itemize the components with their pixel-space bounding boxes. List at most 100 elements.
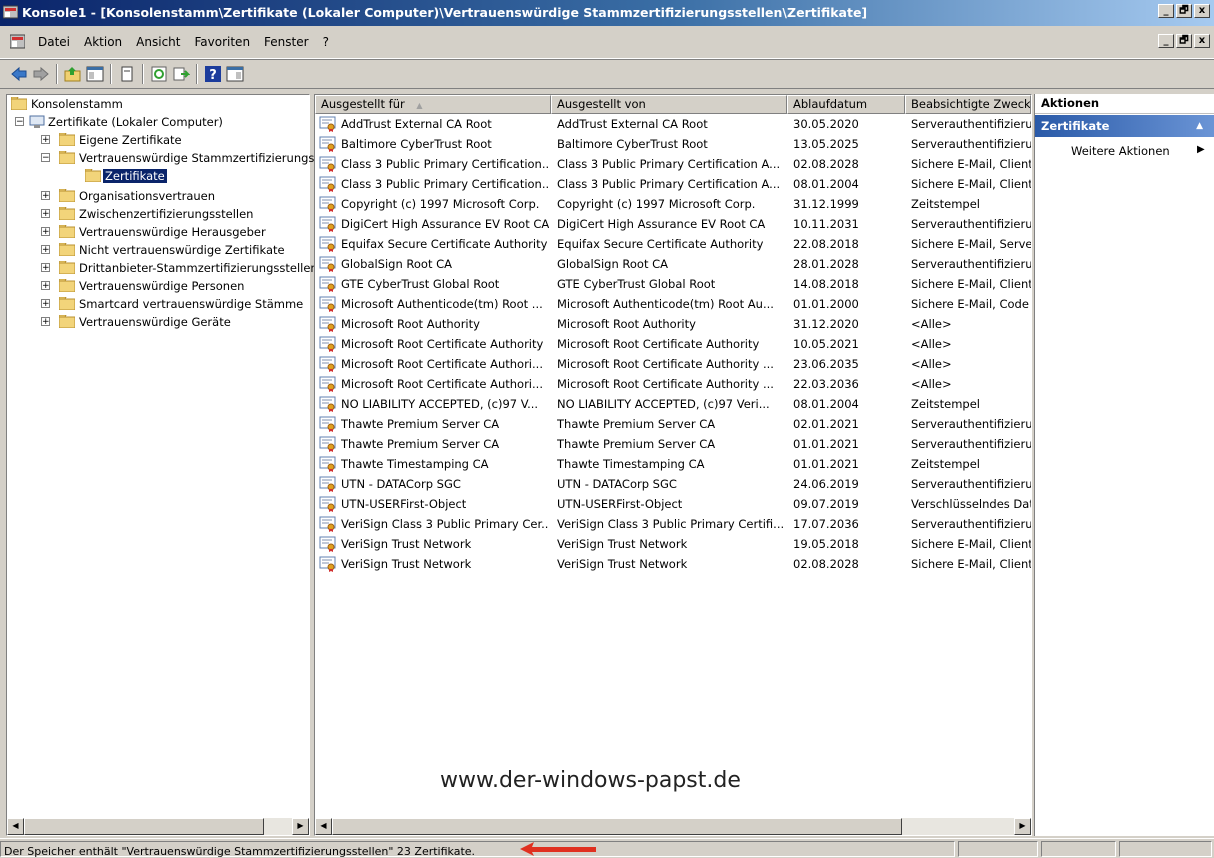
tree-item[interactable]: Vertrauenswürdige Geräte [79,313,231,331]
maximize-button[interactable]: 🗗 [1176,4,1192,18]
table-row[interactable]: Class 3 Public Primary Certification... C… [315,174,1031,194]
table-row[interactable]: GTE CyberTrust Global Root GTE CyberTrust… [315,274,1031,294]
tree-expander[interactable]: − [15,117,24,127]
scroll-left-button[interactable]: ◀ [315,818,332,835]
table-cell: Microsoft Root Certificate Authority ... [557,357,774,371]
menu-datei[interactable]: Datei [38,35,70,49]
actions-pane: Aktionen Zertifikate ▲ Weitere Aktionen … [1034,94,1214,836]
svg-text:?: ? [209,68,217,83]
tree-expander[interactable]: + [41,245,50,255]
tree-item[interactable]: Nicht vertrauenswürdige Zertifikate [79,241,285,259]
table-row[interactable]: Microsoft Root Certificate Authority Micr… [315,334,1031,354]
forward-arrow-icon[interactable] [32,65,50,83]
table-row[interactable]: Copyright (c) 1997 Microsoft Corp. Copyri… [315,194,1031,214]
table-cell: 10.05.2021 [793,337,859,351]
menu-help[interactable]: ? [323,35,329,49]
tree-expander[interactable]: + [41,191,50,201]
refresh-icon[interactable] [150,65,168,83]
scroll-right-button[interactable]: ▶ [1014,818,1031,835]
tree-item[interactable]: Smartcard vertrauenswürdige Stämme [79,295,303,313]
tree-expander[interactable]: + [41,317,50,327]
child-close-button[interactable]: x [1194,34,1210,48]
scroll-right-button[interactable]: ▶ [292,818,309,835]
table-row[interactable]: VeriSign Class 3 Public Primary Cer... Ve… [315,514,1031,534]
table-row[interactable]: Thawte Timestamping CA Thawte Timestampin… [315,454,1031,474]
tree-item[interactable]: Eigene Zertifikate [79,131,182,149]
tree-item[interactable]: Vertrauenswürdige Herausgeber [79,223,266,241]
table-cell: 28.01.2028 [793,257,859,271]
minimize-button[interactable]: _ [1158,4,1174,18]
table-row[interactable]: Microsoft Root Authority Microsoft Root A… [315,314,1031,334]
mmc-console-icon [10,34,25,49]
menu-ansicht[interactable]: Ansicht [136,35,180,49]
tree-expander[interactable]: − [41,153,50,163]
table-row[interactable]: VeriSign Trust Network VeriSign Trust Net… [315,534,1031,554]
menu-favoriten[interactable]: Favoriten [194,35,250,49]
child-minimize-button[interactable]: _ [1158,34,1174,48]
tree-item[interactable]: Vertrauenswürdige Stammzertifizierungsst… [79,149,353,167]
tree-expander[interactable]: + [41,135,50,145]
table-cell: Copyright (c) 1997 Microsoft Corp. [557,197,756,211]
table-row[interactable]: UTN - DATACorp SGC UTN - DATACorp SGC 24.0… [315,474,1031,494]
table-cell: Serverauthentifizierung [911,137,1031,151]
tree-item-selected[interactable]: Zertifikate [103,167,167,185]
table-row[interactable]: UTN-USERFirst-Object UTN-USERFirst-Object… [315,494,1031,514]
tree-item[interactable]: Zwischenzertifizierungsstellen [79,205,253,223]
certificate-icon [319,396,336,412]
column-header-purpose[interactable]: Beabsichtigte Zweck [905,95,1031,114]
tree-item-store[interactable]: Zertifikate (Lokaler Computer) [48,113,223,131]
table-cell: AddTrust External CA Root [341,117,492,131]
show-hide-tree-icon[interactable] [86,65,104,83]
tree-expander[interactable]: + [41,209,50,219]
certificate-icon [319,436,336,452]
menu-fenster[interactable]: Fenster [264,35,309,49]
scroll-left-button[interactable]: ◀ [7,818,24,835]
tree-expander[interactable]: + [41,299,50,309]
close-button[interactable]: x [1194,4,1210,18]
scroll-thumb[interactable] [332,818,902,835]
table-row[interactable]: Class 3 Public Primary Certification... C… [315,154,1031,174]
table-row[interactable]: Thawte Premium Server CA Thawte Premium S… [315,414,1031,434]
table-cell: 01.01.2021 [793,457,859,471]
table-row[interactable]: Baltimore CyberTrust Root Baltimore Cyber… [315,134,1031,154]
table-row[interactable]: VeriSign Trust Network VeriSign Trust Net… [315,554,1031,574]
collapse-icon[interactable]: ▲ [1196,115,1203,137]
properties-icon[interactable] [118,65,136,83]
table-cell: VeriSign Trust Network [341,537,472,551]
table-row[interactable]: Microsoft Root Certificate Authori... Mic… [315,354,1031,374]
table-cell: NO LIABILITY ACCEPTED, (c)97 Veri... [557,397,770,411]
table-row[interactable]: Equifax Secure Certificate Authority Equi… [315,234,1031,254]
table-row[interactable]: DigiCert High Assurance EV Root CA DigiCe… [315,214,1031,234]
back-arrow-icon[interactable] [10,65,28,83]
action-pane-icon[interactable] [226,65,244,83]
tree-expander[interactable]: + [41,281,50,291]
tree-expander[interactable]: + [41,263,50,273]
column-header-expiration[interactable]: Ablaufdatum [787,95,905,114]
tree-item[interactable]: Drittanbieter-Stammzertifizierungsstelle… [79,259,318,277]
table-row[interactable]: AddTrust External CA Root AddTrust Extern… [315,114,1031,134]
table-row[interactable]: Microsoft Authenticode(tm) Root ... Micro… [315,294,1031,314]
child-maximize-button[interactable]: 🗗 [1176,34,1192,48]
table-cell: 17.07.2036 [793,517,859,531]
list-horizontal-scrollbar[interactable]: ◀ ▶ [315,818,1031,835]
table-row[interactable]: NO LIABILITY ACCEPTED, (c)97 V... NO LIAB… [315,394,1031,414]
title-bar[interactable]: Konsole1 - [Konsolenstamm\Zertifikate (L… [0,0,1214,26]
column-header-issued-to[interactable]: Ausgestellt für ▲ [315,95,551,114]
table-row[interactable]: GlobalSign Root CA GlobalSign Root CA 28.0… [315,254,1031,274]
more-actions-item[interactable]: Weitere Aktionen ▶ [1071,144,1205,158]
table-cell: 19.05.2018 [793,537,859,551]
tree-expander[interactable]: + [41,227,50,237]
tree-item[interactable]: Organisationsvertrauen [79,187,215,205]
table-row[interactable]: Microsoft Root Certificate Authori... Mic… [315,374,1031,394]
up-folder-icon[interactable] [64,65,82,83]
tree-item[interactable]: Vertrauenswürdige Personen [79,277,244,295]
actions-section-zertifikate[interactable]: Zertifikate ▲ [1035,115,1214,137]
scroll-thumb[interactable] [24,818,264,835]
table-row[interactable]: Thawte Premium Server CA Thawte Premium S… [315,434,1031,454]
tree-root[interactable]: Konsolenstamm [31,95,123,113]
tree-horizontal-scrollbar[interactable]: ◀ ▶ [7,818,309,835]
menu-aktion[interactable]: Aktion [84,35,122,49]
column-header-issued-by[interactable]: Ausgestellt von [551,95,787,114]
export-list-icon[interactable] [172,65,190,83]
help-icon[interactable]: ? [204,65,222,83]
